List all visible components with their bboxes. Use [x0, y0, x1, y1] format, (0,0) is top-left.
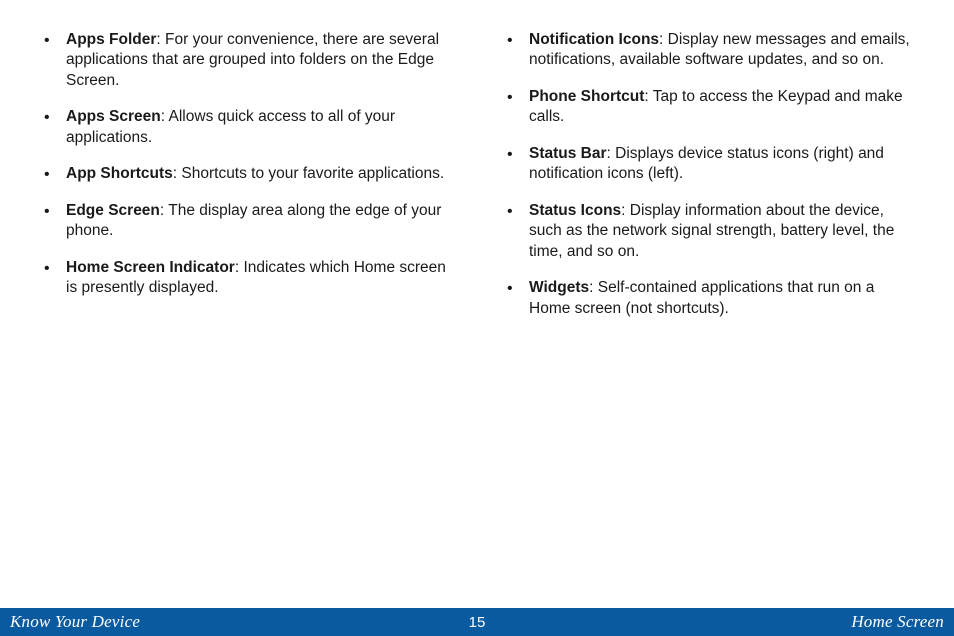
term: Phone Shortcut	[529, 88, 644, 105]
term: Apps Folder	[66, 31, 156, 48]
list-item: Apps Screen: Allows quick access to all …	[38, 107, 453, 148]
footer-page-label: Home Screen	[851, 612, 944, 632]
list-item: Status Icons: Display information about …	[501, 201, 916, 262]
list-item: Phone Shortcut: Tap to access the Keypad…	[501, 87, 916, 128]
term: Status Icons	[529, 202, 621, 219]
list-item: Edge Screen: The display area along the …	[38, 201, 453, 242]
left-column: Apps Folder: For your convenience, there…	[38, 30, 453, 580]
content-area: Apps Folder: For your convenience, there…	[0, 0, 954, 580]
list-item: Apps Folder: For your convenience, there…	[38, 30, 453, 91]
list-item: Notification Icons: Display new messages…	[501, 30, 916, 71]
term: Apps Screen	[66, 108, 161, 125]
footer-section-label: Know Your Device	[10, 612, 140, 632]
list-item: Widgets: Self-contained applications tha…	[501, 278, 916, 319]
term: App Shortcuts	[66, 165, 173, 182]
right-column: Notification Icons: Display new messages…	[501, 30, 916, 580]
term: Widgets	[529, 279, 589, 296]
term: Edge Screen	[66, 202, 160, 219]
term: Home Screen Indicator	[66, 259, 235, 276]
left-list: Apps Folder: For your convenience, there…	[38, 30, 453, 299]
list-item: Status Bar: Displays device status icons…	[501, 144, 916, 185]
right-list: Notification Icons: Display new messages…	[501, 30, 916, 319]
list-item: App Shortcuts: Shortcuts to your favorit…	[38, 164, 453, 184]
term: Status Bar	[529, 145, 607, 162]
footer-bar: Know Your Device 15 Home Screen	[0, 608, 954, 636]
list-item: Home Screen Indicator: Indicates which H…	[38, 258, 453, 299]
term: Notification Icons	[529, 31, 659, 48]
description: : Shortcuts to your favorite application…	[173, 165, 444, 182]
page-number: 15	[469, 614, 486, 631]
